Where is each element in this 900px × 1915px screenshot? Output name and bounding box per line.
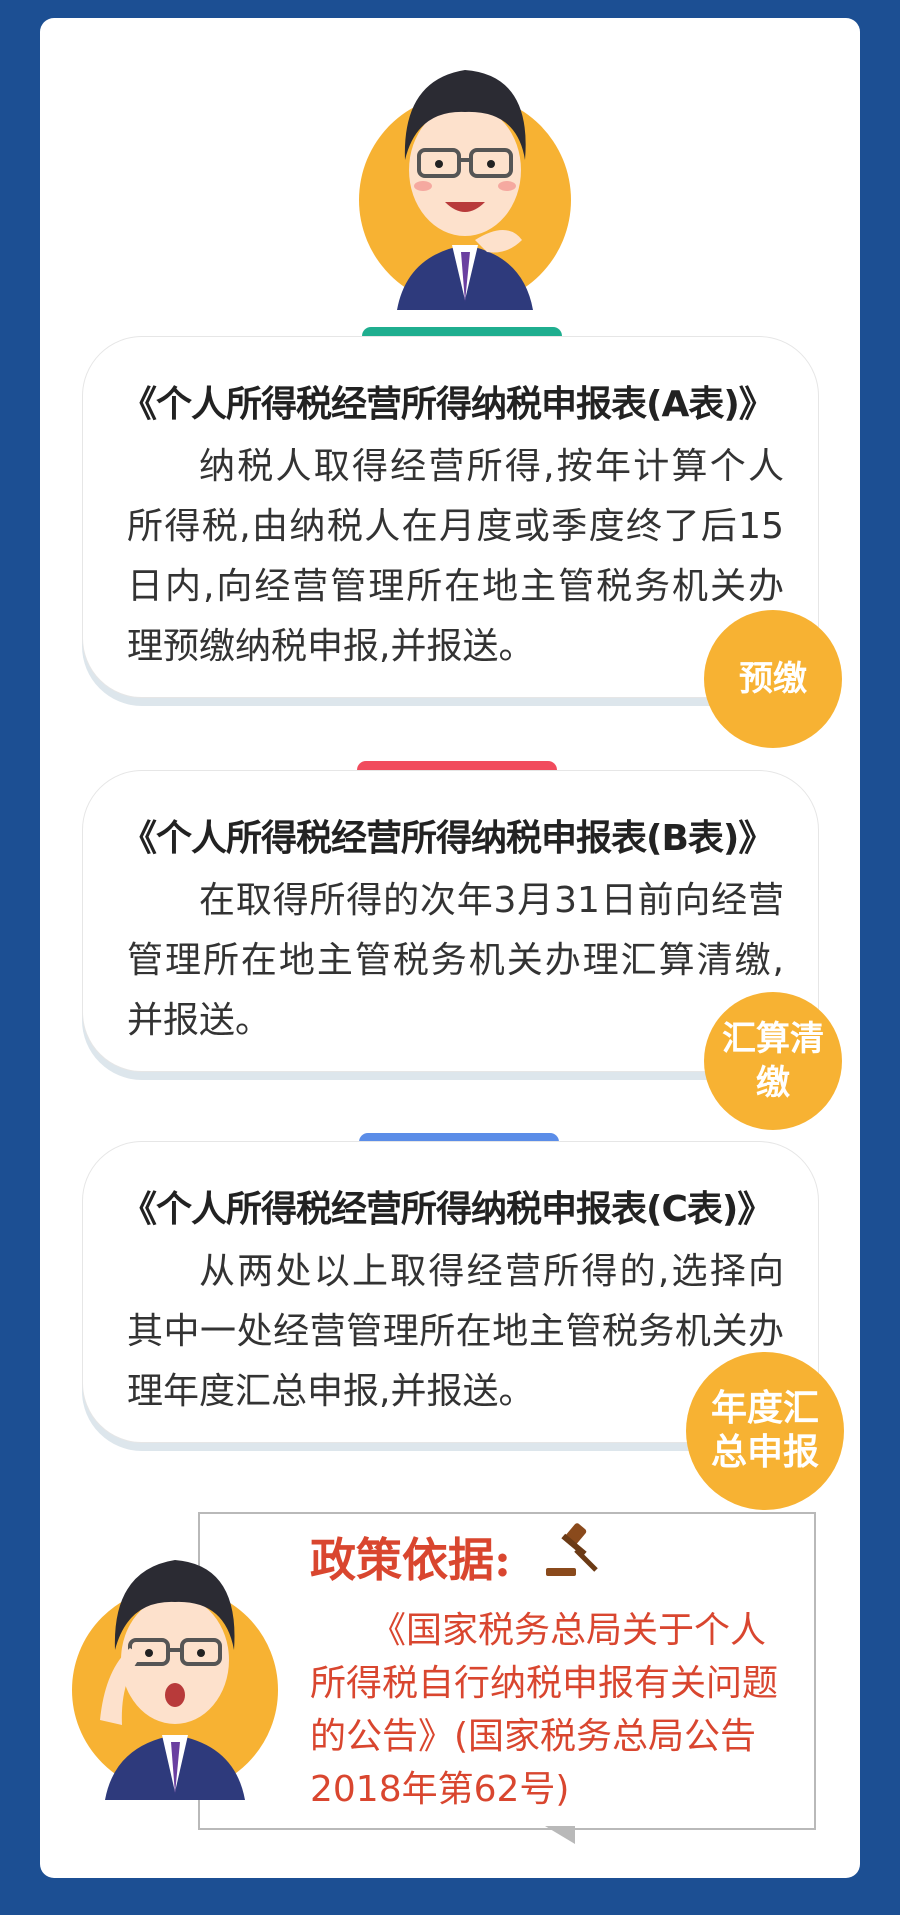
policy-basis-box: 政策依据: 《国家税务总局关于个人所得税自行纳税申报有关问题的公告》(国家税务总…	[198, 1512, 816, 1830]
card-c-title: 《个人所得税经营所得纳税申报表(C表)》	[121, 1189, 773, 1230]
badge-settlement-label: 汇算清缴	[722, 1019, 824, 1103]
gavel-icon	[546, 1523, 598, 1576]
card-b-body: 在取得所得的次年3月31日前向经营管理所在地主管税务机关办理汇算清缴,并报送。	[127, 880, 784, 1041]
speech-tail	[545, 1826, 575, 1844]
badge-annual-summary: 年度汇总申报	[686, 1352, 844, 1510]
card-a-title: 《个人所得税经营所得纳税申报表(A表)》	[121, 384, 775, 425]
policy-body: 《国家税务总局关于个人所得税自行纳税申报有关问题的公告》(国家税务总局公告201…	[310, 1610, 779, 1810]
card-b-title: 《个人所得税经营所得纳税申报表(B表)》	[121, 818, 774, 859]
man-thinking-avatar-icon	[359, 70, 571, 310]
card-a-body: 纳税人取得经营所得,按年计算个人所得税,由纳税人在月度或季度终了后15日内,向经…	[127, 446, 784, 667]
card-a-form: 《个人所得税经营所得纳税申报表(A表)》 纳税人取得经营所得,按年计算个人所得税…	[82, 336, 819, 698]
man-adjusting-glasses-avatar-icon	[66, 1560, 280, 1800]
badge-prepay: 预缴	[704, 610, 842, 748]
card-c-body: 从两处以上取得经营所得的,选择向其中一处经营管理所在地主管税务机关办理年度汇总申…	[127, 1251, 784, 1412]
card-b-form: 《个人所得税经营所得纳税申报表(B表)》 在取得所得的次年3月31日前向经营管理…	[82, 770, 819, 1072]
badge-settlement: 汇算清缴	[704, 992, 842, 1130]
policy-title: 政策依据:	[310, 1533, 511, 1587]
badge-prepay-label: 预缴	[739, 659, 807, 699]
badge-annual-summary-label: 年度汇总申报	[710, 1388, 819, 1473]
